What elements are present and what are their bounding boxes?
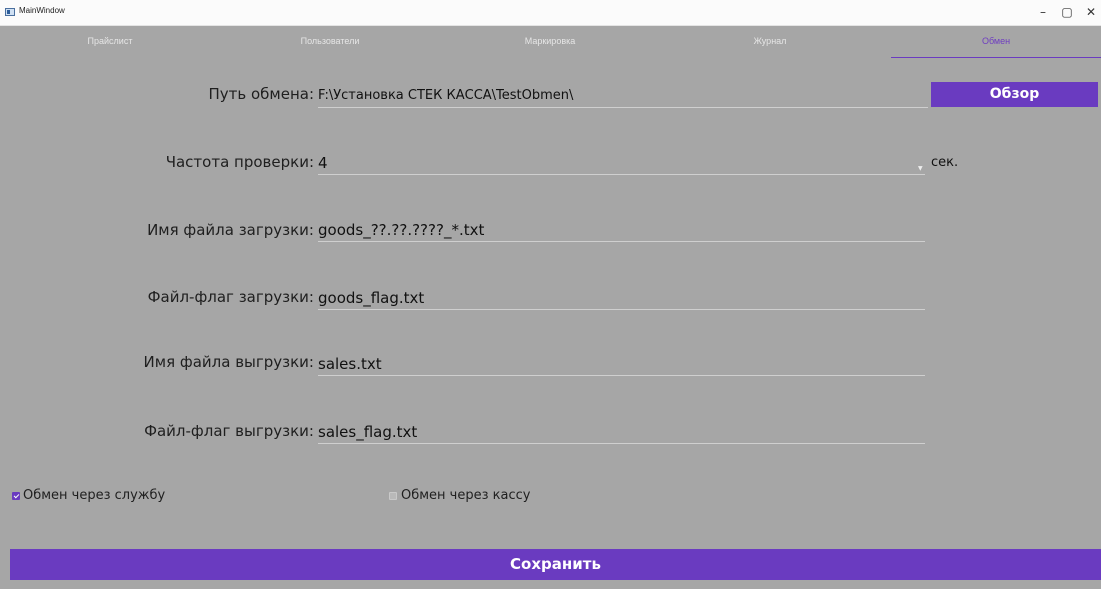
tab-pricelist[interactable]: Прайслист <box>0 27 220 59</box>
upload-file-name-label: Имя файла загрузки: <box>147 221 314 239</box>
active-tab-indicator <box>891 57 1101 58</box>
tab-users[interactable]: Пользователи <box>220 27 440 59</box>
title-bar: MainWindow – ▢ ✕ <box>0 0 1101 26</box>
browse-button[interactable]: Обзор <box>931 82 1098 107</box>
app-window-icon <box>5 8 15 16</box>
tab-marking[interactable]: Маркировка <box>440 27 660 59</box>
tab-exchange[interactable]: Обмен <box>891 27 1101 59</box>
check-frequency-dropdown[interactable]: 4 <box>318 153 925 175</box>
tab-bar: Прайслист Пользователи Маркировка Журнал… <box>0 27 1101 59</box>
tab-journal[interactable]: Журнал <box>660 27 880 59</box>
close-button[interactable]: ✕ <box>1076 0 1101 26</box>
download-file-name-input[interactable]: sales.txt <box>318 354 925 376</box>
exchange-path-input[interactable]: F:\Установка СТЕК КАССА\TestObmen\ <box>318 86 928 108</box>
main-window: MainWindow – ▢ ✕ Прайслист Пользователи … <box>0 0 1101 589</box>
download-flag-file-label: Файл-флаг выгрузки: <box>144 422 314 440</box>
upload-flag-file-label: Файл-флаг загрузки: <box>147 288 314 306</box>
exchange-via-service-label[interactable]: Обмен через службу <box>23 488 165 503</box>
download-file-name-label: Имя файла выгрузки: <box>143 353 314 371</box>
exchange-path-label: Путь обмена: <box>208 85 314 103</box>
exchange-via-register-checkbox[interactable] <box>389 492 397 500</box>
download-flag-file-input[interactable]: sales_flag.txt <box>318 422 925 444</box>
upload-file-name-input[interactable]: goods_??.??.????_*.txt <box>318 220 925 242</box>
exchange-via-register-label[interactable]: Обмен через кассу <box>401 488 530 503</box>
window-title: MainWindow <box>19 6 65 15</box>
upload-flag-file-input[interactable]: goods_flag.txt <box>318 288 925 310</box>
check-frequency-label: Частота проверки: <box>165 153 314 171</box>
chevron-down-icon[interactable]: ▼ <box>918 165 923 172</box>
frequency-unit-label: сек. <box>931 155 959 170</box>
exchange-via-service-checkbox[interactable] <box>12 492 20 500</box>
save-button[interactable]: Сохранить <box>10 549 1101 580</box>
